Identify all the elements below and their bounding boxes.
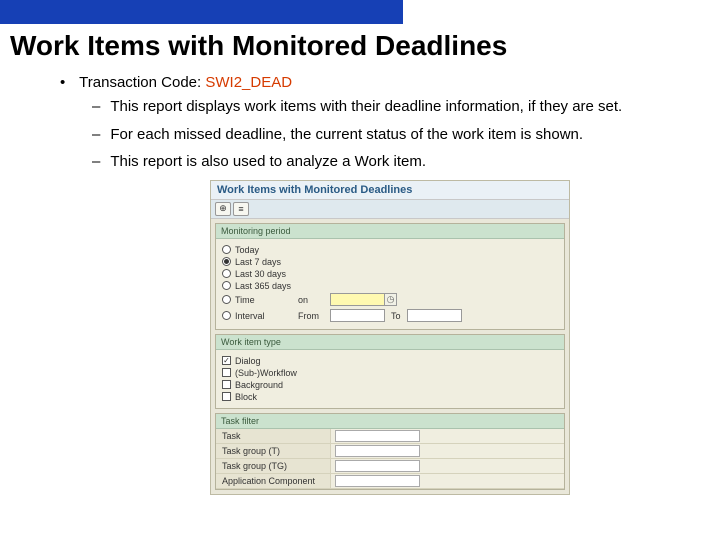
radio-interval-row: Interval From To <box>222 309 558 323</box>
section-header: Task filter <box>216 414 564 429</box>
radio-icon <box>222 281 231 290</box>
section-body: Task Task group (T) Task group (TG) Appl… <box>216 429 564 489</box>
description-list: This report displays work items with the… <box>92 97 652 172</box>
radio-interval[interactable]: Interval <box>222 311 292 321</box>
radio-label: Last 7 days <box>235 257 281 267</box>
radio-icon <box>222 311 231 320</box>
section-body: ✓ Dialog (Sub-)Workflow Background Block <box>216 350 564 408</box>
filter-label: Task group (TG) <box>216 459 331 473</box>
radio-icon <box>222 269 231 278</box>
tcode-line: Transaction Code: SWI2_DEAD <box>60 74 720 91</box>
to-label: To <box>391 311 401 321</box>
value-help-icon[interactable]: ◷ <box>385 293 397 306</box>
radio-label: Interval <box>235 311 265 321</box>
radio-last365[interactable]: Last 365 days <box>222 281 558 291</box>
checkbox-subworkflow[interactable]: (Sub-)Workflow <box>222 368 558 378</box>
filter-row-task: Task <box>216 429 564 444</box>
radio-last30[interactable]: Last 30 days <box>222 269 558 279</box>
list-item: This report displays work items with the… <box>92 97 652 117</box>
checkbox-icon <box>222 368 231 377</box>
sap-toolbar: ⊕ ≡ <box>211 200 569 219</box>
time-on-input[interactable] <box>330 293 385 306</box>
checkbox-block[interactable]: Block <box>222 392 558 402</box>
checkbox-background[interactable]: Background <box>222 380 558 390</box>
sap-screenshot: Work Items with Monitored Deadlines ⊕ ≡ … <box>210 180 570 495</box>
radio-icon <box>222 295 231 304</box>
radio-time-row: Time on ◷ <box>222 293 558 307</box>
radio-time[interactable]: Time <box>222 295 292 305</box>
from-label: From <box>298 311 324 321</box>
section-header: Work item type <box>216 335 564 350</box>
content-area: Transaction Code: SWI2_DEAD This report … <box>60 74 720 495</box>
radio-label: Today <box>235 245 259 255</box>
page-title: Work Items with Monitored Deadlines <box>10 30 720 62</box>
checkbox-icon <box>222 380 231 389</box>
work-item-type-section: Work item type ✓ Dialog (Sub-)Workflow Ba… <box>215 334 565 409</box>
checkbox-label: (Sub-)Workflow <box>235 368 297 378</box>
task-group-t-input[interactable] <box>335 445 420 457</box>
radio-icon <box>222 257 231 266</box>
task-group-tg-input[interactable] <box>335 460 420 472</box>
variant-icon[interactable]: ≡ <box>233 202 249 216</box>
radio-label: Time <box>235 295 255 305</box>
app-component-input[interactable] <box>335 475 420 487</box>
checkbox-icon <box>222 392 231 401</box>
filter-row-tg-tg: Task group (TG) <box>216 459 564 474</box>
tcode-label: Transaction Code: <box>79 74 205 91</box>
task-input[interactable] <box>335 430 420 442</box>
checkbox-label: Background <box>235 380 283 390</box>
sap-window-title: Work Items with Monitored Deadlines <box>211 181 569 200</box>
task-filter-section: Task filter Task Task group (T) Task gro… <box>215 413 565 490</box>
filter-label: Task group (T) <box>216 444 331 458</box>
checkbox-dialog[interactable]: ✓ Dialog <box>222 356 558 366</box>
filter-label: Task <box>216 429 331 443</box>
interval-to-input[interactable] <box>407 309 462 322</box>
radio-label: Last 30 days <box>235 269 286 279</box>
checkbox-label: Block <box>235 392 257 402</box>
top-blue-bar <box>0 0 403 24</box>
radio-label: Last 365 days <box>235 281 291 291</box>
filter-label: Application Component <box>216 474 331 488</box>
radio-icon <box>222 245 231 254</box>
filter-row-tg-t: Task group (T) <box>216 444 564 459</box>
tcode-value: SWI2_DEAD <box>205 74 292 91</box>
filter-row-appcomp: Application Component <box>216 474 564 489</box>
radio-last7[interactable]: Last 7 days <box>222 257 558 267</box>
checkbox-icon: ✓ <box>222 356 231 365</box>
checkbox-label: Dialog <box>235 356 261 366</box>
execute-icon[interactable]: ⊕ <box>215 202 231 216</box>
on-label: on <box>298 295 324 305</box>
interval-from-input[interactable] <box>330 309 385 322</box>
list-item: This report is also used to analyze a Wo… <box>92 152 652 172</box>
section-body: Today Last 7 days Last 30 days Last 365 … <box>216 239 564 329</box>
section-header: Monitoring period <box>216 224 564 239</box>
monitoring-period-section: Monitoring period Today Last 7 days Last… <box>215 223 565 330</box>
radio-today[interactable]: Today <box>222 245 558 255</box>
list-item: For each missed deadline, the current st… <box>92 125 652 145</box>
